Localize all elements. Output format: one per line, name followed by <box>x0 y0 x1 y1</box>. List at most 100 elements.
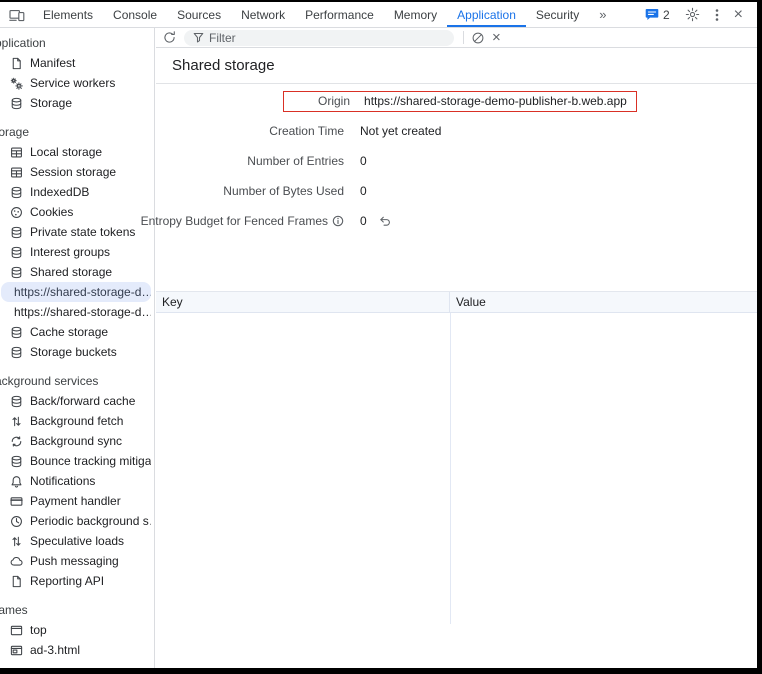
sidebar-item-top[interactable]: top <box>1 620 151 640</box>
sidebar-item-session-storage[interactable]: Session storage <box>1 162 151 182</box>
field-row-entropy-budget-for-fenced-frames: Entropy Budget for Fenced Frames0 <box>156 206 757 236</box>
field-label-text: Number of Bytes Used <box>223 184 344 198</box>
database-icon <box>9 96 23 110</box>
sidebar-item-payment-handler[interactable]: Payment handler <box>1 491 151 511</box>
service-worker-icon <box>9 76 23 90</box>
database-icon <box>9 325 23 339</box>
field-label: Origin <box>318 94 350 108</box>
sidebar-item-https-shared-storage-d[interactable]: https://shared-storage-d… <box>1 282 151 302</box>
sidebar-item-label: Private state tokens <box>30 225 135 239</box>
sidebar-item-background-sync[interactable]: Background sync <box>1 431 151 451</box>
sidebar-item-speculative-loads[interactable]: Speculative loads <box>1 531 151 551</box>
field-value-text: 0 <box>360 214 367 228</box>
sidebar-item-push-messaging[interactable]: Push messaging <box>1 551 151 571</box>
clear-all-icon[interactable] <box>471 31 485 45</box>
sidebar-item-manifest[interactable]: Manifest <box>1 53 151 73</box>
sidebar-item-ad-3-html[interactable]: ad-3.html <box>1 640 151 660</box>
payment-card-icon <box>9 494 23 508</box>
tab-network[interactable]: Network <box>231 2 295 27</box>
issues-badge[interactable]: 2 <box>645 8 670 22</box>
field-row-creation-time: Creation Time Not yet created <box>156 116 757 146</box>
sidebar-item-interest-groups[interactable]: Interest groups <box>1 242 151 262</box>
sidebar-item-bounce-tracking-mitiga[interactable]: Bounce tracking mitiga… <box>1 451 151 471</box>
sidebar-item-label: Notifications <box>30 474 95 488</box>
sidebar-item-label: Cookies <box>30 205 73 219</box>
database-icon <box>9 185 23 199</box>
field-list: Originhttps://shared-storage-demo-publis… <box>156 84 757 236</box>
tab-security[interactable]: Security <box>526 2 589 27</box>
tab-console[interactable]: Console <box>103 2 167 27</box>
sidebar-item-label: Push messaging <box>30 554 119 568</box>
field-row-number-of-bytes-used: Number of Bytes Used 0 <box>156 176 757 206</box>
field-value: 0 <box>360 184 367 198</box>
sidebar-section-application: Application Manifest Service workers Storag… <box>0 33 154 113</box>
sidebar-section-background-services: Background servicesBack/forward cacheBac… <box>0 371 154 591</box>
document-icon <box>9 56 23 70</box>
sidebar-item-label: Speculative loads <box>30 534 124 548</box>
tab-memory[interactable]: Memory <box>384 2 447 27</box>
sidebar-item-notifications[interactable]: Notifications <box>1 471 151 491</box>
field-label: Number of Bytes Used <box>156 184 344 198</box>
field-value-text: 0 <box>360 154 367 168</box>
field-label-text: Origin <box>318 94 350 108</box>
tab-elements[interactable]: Elements <box>33 2 103 27</box>
sidebar-item-shared-storage[interactable]: Shared storage <box>1 262 151 282</box>
window-edge-right <box>757 0 762 674</box>
field-row-origin: Originhttps://shared-storage-demo-publis… <box>156 86 757 116</box>
sidebar-item-local-storage[interactable]: Local storage <box>1 142 151 162</box>
sidebar-item-reporting-api[interactable]: Reporting API <box>1 571 151 591</box>
column-header-key[interactable]: Key <box>156 292 450 312</box>
sidebar-item-label: ad-3.html <box>30 643 80 657</box>
sidebar-item-background-fetch[interactable]: Background fetch <box>1 411 151 431</box>
sidebar-item-service-workers[interactable]: Service workers <box>1 73 151 93</box>
sidebar-item-back-forward-cache[interactable]: Back/forward cache <box>1 391 151 411</box>
tab-strip: ElementsConsoleSourcesNetworkPerformance… <box>33 2 589 27</box>
settings-gear-icon[interactable] <box>685 7 700 22</box>
database-icon <box>9 265 23 279</box>
toggle-device-toolbar-icon[interactable] <box>0 2 33 27</box>
sidebar-item-indexeddb[interactable]: IndexedDB <box>1 182 151 202</box>
sidebar-item-label: Back/forward cache <box>30 394 135 408</box>
table-body <box>156 313 757 624</box>
field-value-text: 0 <box>360 184 367 198</box>
tab-application[interactable]: Application <box>447 2 526 27</box>
window-edge-top <box>0 0 762 2</box>
sidebar-item-cache-storage[interactable]: Cache storage <box>1 322 151 342</box>
column-header-value[interactable]: Value <box>450 292 486 312</box>
sidebar-item-cookies[interactable]: Cookies <box>1 202 151 222</box>
clock-icon <box>9 514 23 528</box>
field-label: Number of Entries <box>156 154 344 168</box>
devtools-window: ElementsConsoleSourcesNetworkPerformance… <box>0 0 762 674</box>
toolbar-close-icon[interactable]: × <box>492 30 501 45</box>
arrows-up-down-icon <box>9 414 23 428</box>
sidebar-item-storage-buckets[interactable]: Storage buckets <box>1 342 151 362</box>
devtools-tabbar: ElementsConsoleSourcesNetworkPerformance… <box>0 2 757 28</box>
frame-icon <box>9 623 23 637</box>
sidebar-item-private-state-tokens[interactable]: Private state tokens <box>1 222 151 242</box>
cookie-icon <box>9 205 23 219</box>
filter-input[interactable] <box>209 31 429 45</box>
sidebar-section-title: Application <box>0 33 154 53</box>
field-label-text: Entropy Budget for Fenced Frames <box>141 214 328 228</box>
origin-highlight-box: Originhttps://shared-storage-demo-publis… <box>283 91 637 112</box>
reset-budget-icon[interactable] <box>379 215 392 227</box>
field-label-text: Creation Time <box>269 124 344 138</box>
filter-field[interactable] <box>184 30 454 46</box>
tab-sources[interactable]: Sources <box>167 2 231 27</box>
table-icon <box>9 145 23 159</box>
kebab-menu-icon[interactable] <box>715 8 719 22</box>
field-value-text: Not yet created <box>360 124 441 138</box>
field-label: Creation Time <box>156 124 344 138</box>
sidebar-item-periodic-background-s[interactable]: Periodic background s… <box>1 511 151 531</box>
close-devtools-icon[interactable]: × <box>734 7 743 23</box>
tab-performance[interactable]: Performance <box>295 2 384 27</box>
bell-icon <box>9 474 23 488</box>
sidebar-item-label: Storage <box>30 96 72 110</box>
application-sidebar: Application Manifest Service workers Storag… <box>0 28 155 668</box>
more-tabs-button[interactable]: » <box>589 2 617 27</box>
info-icon[interactable] <box>332 215 344 227</box>
refresh-icon[interactable] <box>162 30 177 45</box>
sidebar-item-label: Manifest <box>30 56 75 70</box>
sidebar-item-https-shared-storage-d[interactable]: https://shared-storage-d… <box>1 302 151 322</box>
sidebar-item-storage[interactable]: Storage <box>1 93 151 113</box>
